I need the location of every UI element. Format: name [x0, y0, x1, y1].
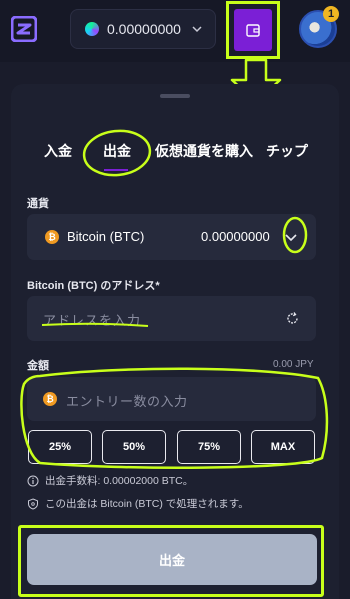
amount-input[interactable]: エントリー数の入力 [66, 391, 188, 410]
notification-badge: 1 [323, 6, 339, 22]
balance-value: 0.00000000 [107, 21, 181, 37]
percent-75-button[interactable]: 75% [177, 430, 241, 464]
process-info: この出金は Bitcoin (BTC) で処理されます。 [27, 496, 249, 511]
fee-info: 出金手数料: 0.00002000 BTC。 [27, 473, 193, 488]
balance-selector[interactable]: 0.00000000 [70, 9, 216, 49]
withdraw-submit-button[interactable]: 出金 [27, 534, 317, 585]
process-text: この出金は Bitcoin (BTC) で処理されます。 [45, 498, 249, 510]
app-logo-icon[interactable] [11, 16, 37, 42]
currency-select[interactable]: ₿ Bitcoin (BTC) 0.00000000 [27, 214, 316, 260]
active-tab-indicator [104, 169, 128, 171]
address-input[interactable]: アドレスを入力 [43, 310, 141, 329]
amount-field[interactable]: ₿ エントリー数の入力 [27, 377, 316, 421]
currency-name: Bitcoin (BTC) [67, 229, 145, 244]
currency-label: 通貨 [27, 198, 49, 210]
wallet-button-inner[interactable] [234, 9, 272, 51]
info-icon [27, 475, 39, 486]
refresh-icon[interactable] [285, 311, 300, 326]
percent-25-button[interactable]: 25% [28, 430, 92, 464]
chevron-down-icon [285, 234, 297, 242]
address-label: Bitcoin (BTC) のアドレス* [27, 280, 160, 292]
coin-icon [85, 22, 99, 36]
amount-fiat-value: 0.00 JPY [273, 359, 314, 370]
shield-icon [28, 497, 38, 510]
wallet-icon [246, 24, 260, 37]
fee-text: 出金手数料: 0.00002000 BTC。 [45, 475, 194, 487]
tab-deposit[interactable]: 入金 [44, 141, 72, 161]
tab-buy-crypto[interactable]: 仮想通貨を購入 [155, 141, 253, 161]
currency-amount: 0.00000000 [201, 229, 270, 244]
address-field[interactable]: アドレスを入力 [27, 296, 316, 341]
percent-max-button[interactable]: MAX [251, 430, 315, 464]
chevron-down-icon [192, 26, 202, 33]
tab-tip[interactable]: チップ [266, 141, 308, 161]
bitcoin-icon: ₿ [43, 392, 57, 406]
bitcoin-icon: ₿ [45, 230, 59, 244]
withdraw-panel [11, 84, 339, 599]
drag-handle[interactable] [160, 94, 190, 98]
amount-label: 金額 [27, 360, 49, 372]
top-bar: 0.00000000 1 [0, 0, 350, 62]
wallet-button[interactable] [226, 1, 280, 59]
percent-50-button[interactable]: 50% [102, 430, 166, 464]
tab-withdraw[interactable]: 出金 [103, 141, 131, 161]
